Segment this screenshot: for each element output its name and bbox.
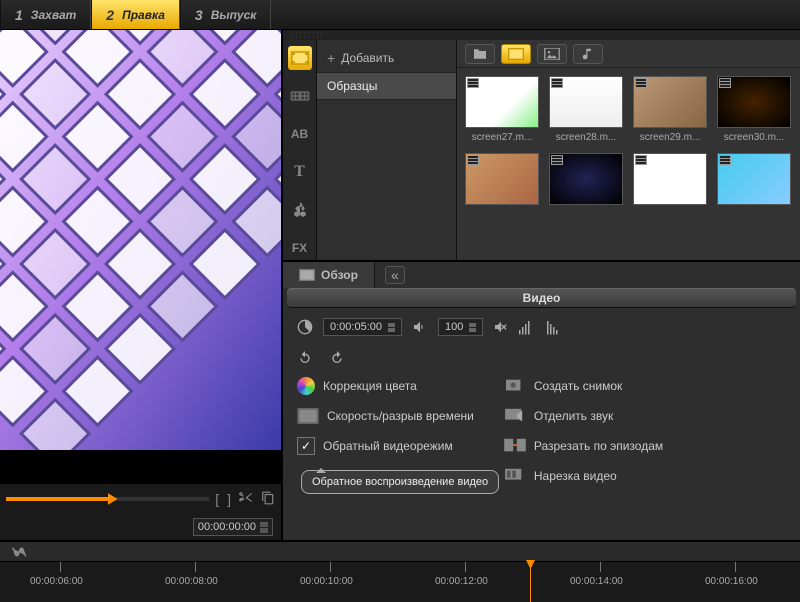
plus-icon: + [327, 50, 335, 66]
library-graphic-icon[interactable] [288, 198, 312, 222]
library-category-strip: AB T FX [283, 40, 317, 260]
fade-in-icon[interactable] [519, 319, 537, 335]
timeline-tick: 00:00:14:00 [600, 562, 623, 602]
timeline-icon [10, 545, 30, 559]
option-r-0[interactable]: Создать снимок [504, 376, 663, 396]
duration-input[interactable]: 0:00:05:00 [323, 318, 402, 336]
library-filter-bar [457, 40, 800, 68]
playhead[interactable] [530, 562, 531, 602]
thumbnail[interactable]: screen28.m... [549, 76, 623, 143]
timeline-tick: 00:00:16:00 [735, 562, 758, 602]
timeline-ruler[interactable]: 00:00:06:00 00:00:08:00 00:00:10:00 00:00:1… [0, 562, 800, 602]
volume-input[interactable]: 100 [438, 318, 483, 336]
option-r-1[interactable]: Отделить звук [504, 406, 663, 426]
options-panel: Обзор « Видео 0:00:05:00 100 [283, 260, 800, 540]
timeline-tick: 00:00:08:00 [195, 562, 218, 602]
filter-audio-icon[interactable] [573, 44, 603, 64]
option-1[interactable]: Скорость/разрыв времени [297, 406, 474, 426]
filter-folder-icon[interactable] [465, 44, 495, 64]
tooltip: Обратное воспроизведение видео [301, 470, 499, 494]
library-title-icon[interactable]: AB [288, 122, 312, 146]
thumbnail-grid: screen27.m...screen28.m...screen29.m...s… [457, 68, 800, 260]
scrub-bar[interactable] [6, 497, 209, 501]
rotate-right-icon[interactable] [325, 348, 345, 366]
top-tab-bar: 1 Захват 2 Правка 3 Выпуск [0, 0, 800, 30]
timeline-tick: 00:00:06:00 [60, 562, 83, 602]
tab-export[interactable]: 3 Выпуск [180, 0, 271, 29]
thumbnail[interactable]: screen30.m... [717, 76, 791, 143]
tree-templates[interactable]: Образцы [317, 73, 456, 100]
transport-bar: [ ] [0, 484, 281, 514]
library-text-icon[interactable]: T [288, 160, 312, 184]
preview-pane: [ ] 00:00:00:00 [0, 30, 283, 540]
mark-in-icon[interactable]: [ [215, 491, 219, 507]
tab-edit[interactable]: 2 Правка [91, 0, 180, 29]
copy-icon[interactable] [261, 491, 275, 507]
cut-icon[interactable] [239, 491, 253, 507]
option-r-2[interactable]: Разрезать по эпизодам [504, 436, 663, 456]
option-2[interactable]: ✓Обратный видеорежим [297, 436, 474, 456]
timeline: 00:00:06:00 00:00:08:00 00:00:10:00 00:00:1… [0, 540, 800, 600]
expand-panel-icon[interactable]: « [385, 266, 405, 284]
option-r-3[interactable]: Нарезка видео [504, 466, 663, 486]
thumbnail[interactable] [465, 153, 539, 209]
timeline-tick: 00:00:10:00 [330, 562, 353, 602]
filter-video-icon[interactable] [501, 44, 531, 64]
thumbnail[interactable] [549, 153, 623, 209]
overview-icon [299, 269, 315, 281]
mark-out-icon[interactable]: ] [227, 491, 231, 507]
panel-tab-overview[interactable]: Обзор [283, 262, 375, 288]
panel-title: Видео [287, 288, 796, 308]
library-fx-icon[interactable]: FX [288, 236, 312, 260]
tab-capture[interactable]: 1 Захват [0, 0, 91, 29]
tree-add[interactable]: + Добавить [317, 44, 456, 73]
library-tree: + Добавить Образцы [317, 40, 457, 260]
preview-timecode[interactable]: 00:00:00:00 [193, 518, 273, 536]
library-transition-icon[interactable] [288, 84, 312, 108]
thumbnail[interactable]: screen29.m... [633, 76, 707, 143]
library-media-icon[interactable] [288, 46, 312, 70]
option-0[interactable]: Коррекция цвета [297, 376, 474, 396]
timeline-tick: 00:00:12:00 [465, 562, 488, 602]
clock-icon [297, 319, 313, 335]
thumbnail[interactable] [717, 153, 791, 209]
fade-out-icon[interactable] [547, 319, 565, 335]
thumbnail[interactable]: screen27.m... [465, 76, 539, 143]
rotate-left-icon[interactable] [297, 348, 317, 366]
mute-icon[interactable] [493, 319, 509, 335]
timeline-header [0, 542, 800, 562]
speaker-icon[interactable] [412, 319, 428, 335]
thumbnail[interactable] [633, 153, 707, 209]
preview-viewport[interactable] [0, 30, 281, 484]
pane-grip[interactable]: :::::::: [283, 30, 800, 40]
filter-image-icon[interactable] [537, 44, 567, 64]
